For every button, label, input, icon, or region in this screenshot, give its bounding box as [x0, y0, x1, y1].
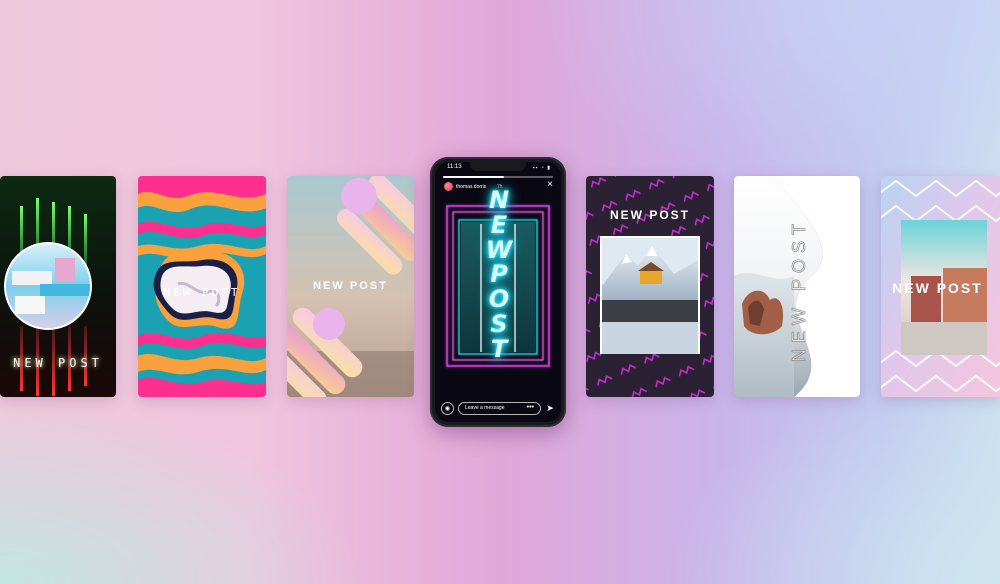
close-icon[interactable]: ×	[547, 180, 553, 190]
camera-icon[interactable]: ◉	[441, 401, 454, 415]
neon-letter: W	[485, 235, 513, 264]
message-placeholder: Leave a message	[465, 405, 505, 411]
neon-letter: S	[490, 309, 508, 338]
card-label: NEW POST	[313, 280, 388, 292]
message-input[interactable]: Leave a message •••	[458, 401, 541, 415]
story-progress-fill	[443, 176, 504, 178]
more-dots-icon[interactable]: •••	[527, 404, 534, 411]
send-icon[interactable]: ➤	[545, 403, 555, 414]
story-card-neon[interactable]: NEW POST	[0, 176, 116, 397]
neon-letter: P	[490, 260, 508, 289]
story-progress-bar	[443, 176, 553, 178]
story-card-waves[interactable]: NEW POST	[138, 176, 266, 397]
card-label: NEW POST	[163, 286, 241, 299]
neon-letter: O	[488, 285, 510, 314]
story-card-pastel[interactable]: NEW POST	[287, 176, 414, 397]
neon-letter: T	[490, 334, 508, 363]
story-card-chevrons[interactable]: NEW POST	[881, 176, 1000, 397]
story-card-pinkwave[interactable]: NEW POST	[734, 176, 860, 397]
phone-mockup: 11:13 ▪▪ ◔ ▮ thomas.dorris 7h × N E W P …	[430, 157, 566, 427]
story-screen: 11:13 ▪▪ ◔ ▮ thomas.dorris 7h × N E W P …	[435, 162, 561, 422]
status-icons: ▪▪ ◔ ▮	[532, 165, 551, 171]
card-label: NEW POST	[892, 280, 983, 296]
user-avatar[interactable]	[444, 182, 453, 191]
card-label: NEW POST	[13, 356, 103, 370]
card-label: NEW POST	[609, 208, 690, 222]
phone-notch	[470, 162, 526, 171]
neon-new-post-text: NEWPOST	[477, 188, 521, 394]
story-card-zigzag[interactable]: NEW POST	[586, 176, 714, 397]
story-username[interactable]: thomas.dorris	[456, 184, 486, 190]
neon-letter: E	[490, 210, 508, 239]
card-label: NEW POST	[789, 218, 810, 363]
story-reply-bar: ◉ Leave a message ••• ➤	[441, 401, 555, 415]
neon-letter: N	[488, 186, 510, 214]
status-time: 11:13	[447, 164, 462, 170]
story-timestamp: 7h	[497, 184, 503, 190]
